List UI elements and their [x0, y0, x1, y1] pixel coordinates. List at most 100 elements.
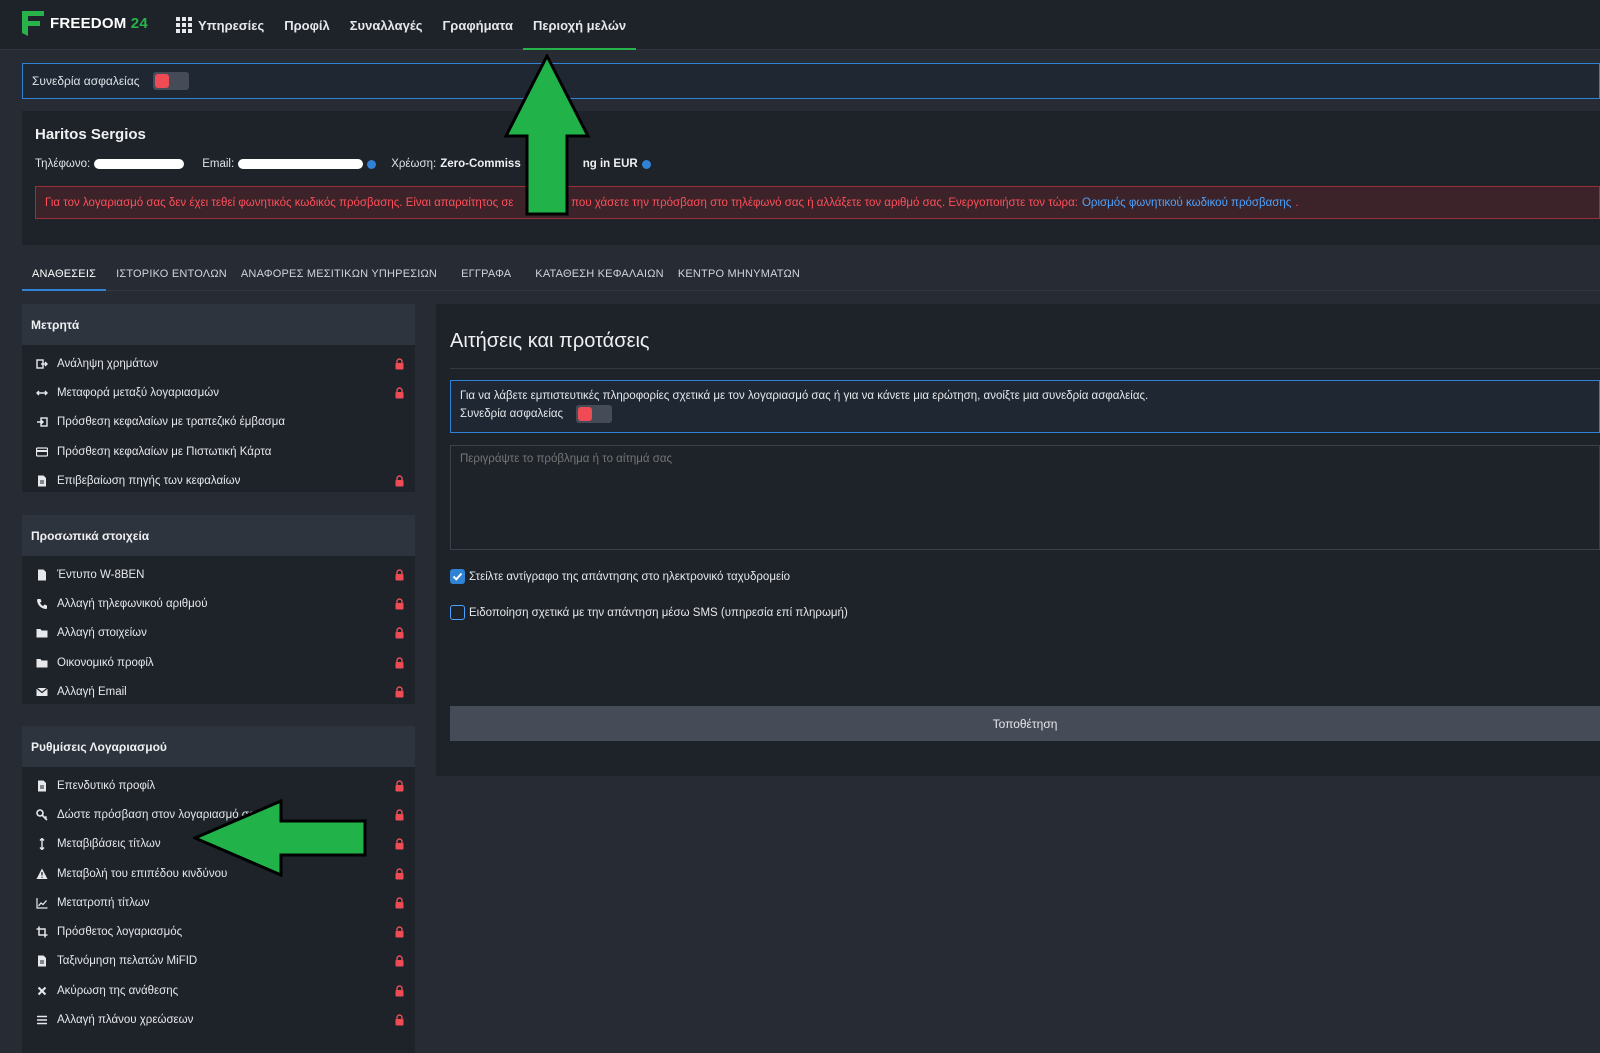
deposit-icon	[36, 416, 48, 428]
sidebar-item-label: Οικονομικό προφίλ	[57, 656, 154, 669]
sidebar-item-label: Δώστε πρόσβαση στον λογαριασμό σας	[57, 808, 262, 821]
brand-name: FREEDOM	[50, 15, 127, 32]
email-copy-checkbox[interactable]	[450, 569, 465, 584]
warning-text-tail: η που χάσετε την πρόσβαση στο τηλέφωνό σ…	[561, 196, 1078, 209]
lock-icon	[395, 1014, 404, 1026]
tab-assignments[interactable]: ΑΝΑΘΕΣΕΙΣ	[22, 257, 107, 291]
sidebar-item-investment-profile[interactable]: Επενδυτικό προφίλ	[22, 771, 415, 800]
cash-panel: Μετρητά Ανάληψη χρημάτων Μεταφορά μεταξύ…	[22, 304, 415, 492]
sidebar-item-change-details[interactable]: Αλλαγή στοιχείων	[22, 619, 415, 648]
lock-icon	[395, 985, 404, 997]
email-copy-label: Στείλτε αντίγραφο της απάντησης στο ηλεκ…	[469, 570, 791, 583]
sidebar-item-change-phone[interactable]: Αλλαγή τηλεφωνικού αριθμού	[22, 589, 415, 618]
lock-icon	[395, 598, 404, 610]
phone-icon	[36, 598, 48, 610]
cash-items: Ανάληψη χρημάτων Μεταφορά μεταξύ λογαρια…	[22, 345, 415, 495]
charge-value-tail: ng in EUR	[582, 158, 638, 170]
credit-card-icon	[36, 446, 48, 458]
set-voice-password-link[interactable]: Ορισμός φωνητικού κωδικού πρόσβασης	[1082, 197, 1291, 209]
lock-icon	[395, 357, 404, 370]
security-session-toggle[interactable]	[152, 72, 189, 90]
key-icon	[36, 809, 48, 821]
info-security-toggle[interactable]	[576, 405, 613, 423]
request-description-input[interactable]	[450, 445, 1600, 550]
nav-members-area[interactable]: Περιοχή μελών	[522, 0, 637, 50]
sidebar-item-label: Μετατροπή τίτλων	[57, 896, 150, 909]
nav-trades[interactable]: Συναλλαγές	[340, 0, 433, 50]
vertical-arrows-icon	[36, 838, 48, 851]
sidebar-item-risk-level[interactable]: Μεταβολή του επιπέδου κινδύνου	[22, 859, 415, 888]
sidebar-item-label: Μεταβιβάσεις τίτλων	[57, 838, 161, 851]
crop-icon	[36, 926, 48, 938]
sidebar-item-w8ben[interactable]: Έντυπο W-8BEN	[22, 560, 415, 589]
personal-data-panel: Προσωπικά στοιχεία Έντυπο W-8BEN Αλλαγή …	[22, 515, 415, 704]
nav-services[interactable]: Υπηρεσίες	[166, 0, 274, 50]
sms-notify-checkbox[interactable]	[450, 605, 465, 620]
redacted-phone	[94, 159, 185, 169]
list-icon	[36, 1014, 48, 1026]
lock-icon	[395, 686, 404, 698]
lock-icon	[395, 897, 404, 909]
envelope-icon	[36, 686, 48, 698]
sidebar-item-label: Πρόσθετος λογαριασμός	[57, 926, 183, 939]
email-copy-checkbox-row[interactable]: Στείλτε αντίγραφο της απάντησης στο ηλεκ…	[450, 569, 790, 584]
toggle-knob	[154, 74, 169, 88]
charge-label: Χρέωση:	[391, 158, 437, 170]
sidebar-item-label: Πρόσθεση κεφαλαίων με τραπεζικό έμβασμα	[57, 416, 285, 429]
sidebar-item-bank-deposit[interactable]: Πρόσθεση κεφαλαίων με τραπεζικό έμβασμα	[22, 408, 415, 437]
tab-brokerage-reports[interactable]: ΑΝΑΦΟΡΕΣ ΜΕΣΙΤΙΚΩΝ ΥΠΗΡΕΣΙΩΝ	[237, 257, 447, 290]
apps-grid-icon	[176, 17, 192, 33]
nav-profile[interactable]: Προφίλ	[274, 0, 340, 50]
lock-icon	[395, 926, 404, 938]
tab-deposit-funds[interactable]: ΚΑΤΑΘΕΣΗ ΚΕΦΑΛΑΙΩΝ	[525, 257, 674, 290]
submit-button[interactable]: Τοποθέτηση	[450, 706, 1600, 741]
security-session-label: Συνεδρία ασφαλείας	[32, 74, 140, 88]
tab-documents[interactable]: ΕΓΓΡΑΦΑ	[447, 257, 525, 290]
withdraw-icon	[36, 358, 48, 370]
top-navigation: FREEDOM 24 Υπηρεσίες Προφίλ Συναλλαγές Γ…	[0, 0, 1600, 50]
folder-icon	[36, 627, 48, 639]
sidebar-item-change-fee-plan[interactable]: Αλλαγή πλάνου χρεώσεων	[22, 1005, 415, 1034]
profile-card: Haritos Sergios Τηλέφωνο: Email: Χρέωση:…	[22, 111, 1600, 245]
lock-icon	[395, 475, 404, 487]
charge-info-icon[interactable]	[641, 159, 651, 169]
security-info-box: Για να λάβετε εμπιστευτικές πληροφορίες …	[450, 380, 1600, 433]
sidebar-item-label: Αλλαγή Email	[57, 685, 127, 698]
sidebar-item-withdraw[interactable]: Ανάληψη χρημάτων	[22, 349, 415, 378]
sidebar-item-label: Μεταφορά μεταξύ λογαριασμών	[57, 386, 219, 399]
sidebar-item-label: Μεταβολή του επιπέδου κινδύνου	[57, 867, 228, 880]
verified-badge-icon	[367, 159, 377, 169]
sidebar-item-change-email[interactable]: Αλλαγή Email	[22, 677, 415, 706]
sms-notify-label: Ειδοποίηση σχετικά με την απάντηση μέσω …	[469, 606, 848, 619]
nav-services-label: Υπηρεσίες	[198, 17, 265, 33]
sidebar-item-additional-account[interactable]: Πρόσθετος λογαριασμός	[22, 917, 415, 946]
freedom24-logo[interactable]: FREEDOM 24	[22, 11, 148, 36]
sidebar-item-securities-conversion[interactable]: Μετατροπή τίτλων	[22, 888, 415, 917]
sidebar-item-label: Έντυπο W-8BEN	[57, 568, 145, 581]
cross-icon	[36, 985, 48, 997]
sidebar-item-card-deposit[interactable]: Πρόσθεση κεφαλαίων με Πιστωτική Κάρτα	[22, 437, 415, 466]
nav-charts[interactable]: Γραφήματα	[432, 0, 522, 50]
sidebar-item-label: Αλλαγή πλάνου χρεώσεων	[57, 1014, 194, 1027]
lock-icon	[395, 809, 404, 821]
sidebar-item-grant-access[interactable]: Δώστε πρόσβαση στον λογαριασμό σας	[22, 800, 415, 829]
transfer-icon	[36, 387, 48, 399]
folder-icon	[36, 657, 48, 669]
lock-icon	[395, 867, 404, 880]
sidebar-item-financial-profile[interactable]: Οικονομικό προφίλ	[22, 648, 415, 677]
tab-order-history[interactable]: ΙΣΤΟΡΙΚΟ ΕΝΤΟΛΩΝ	[106, 257, 237, 290]
cash-panel-title: Μετρητά	[22, 304, 415, 345]
sidebar-item-transfer[interactable]: Μεταφορά μεταξύ λογαριασμών	[22, 378, 415, 407]
section-tabs: ΑΝΑΘΕΣΕΙΣ ΙΣΤΟΡΙΚΟ ΕΝΤΟΛΩΝ ΑΝΑΦΟΡΕΣ ΜΕΣΙ…	[22, 257, 1600, 291]
sidebar-item-label: Αλλαγή τηλεφωνικού αριθμού	[57, 597, 208, 610]
sms-notify-checkbox-row[interactable]: Ειδοποίηση σχετικά με την απάντηση μέσω …	[450, 605, 848, 620]
sidebar-item-securities-transfers[interactable]: Μεταβιβάσεις τίτλων	[22, 830, 415, 859]
sidebar-item-cancel-assignment[interactable]: Ακύρωση της ανάθεσης	[22, 976, 415, 1005]
title-divider	[450, 368, 1600, 369]
personal-items: Έντυπο W-8BEN Αλλαγή τηλεφωνικού αριθμού…	[22, 556, 415, 706]
sidebar-item-source-of-funds[interactable]: Επιβεβαίωση πηγής των κεφαλαίων	[22, 466, 415, 495]
freedom24-logo-icon	[22, 11, 44, 36]
profile-info-row: Τηλέφωνο: Email: Χρέωση: Zero-Commiss ng…	[35, 158, 651, 170]
sidebar-item-mifid-classification[interactable]: Ταξινόμηση πελατών MiFID	[22, 947, 415, 976]
tab-message-center[interactable]: ΚΕΝΤΡΟ ΜΗΝΥΜΑΤΩΝ	[674, 257, 810, 290]
